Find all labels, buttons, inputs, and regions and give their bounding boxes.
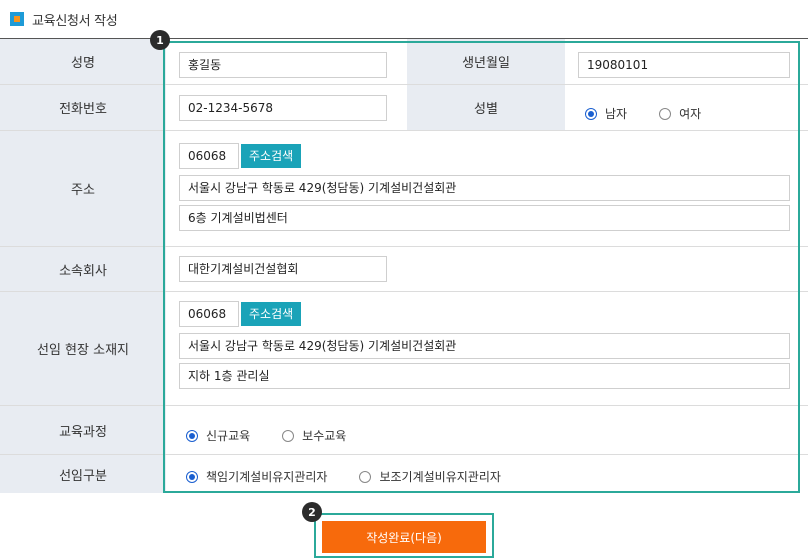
- label-phone: 전화번호: [0, 85, 166, 130]
- address-zip-input[interactable]: 06068: [179, 143, 239, 169]
- name-input[interactable]: 홍길동: [179, 52, 387, 78]
- address-line1-input[interactable]: 서울시 강남구 학동로 429(청담동) 기계설비건설회관: [179, 175, 790, 201]
- radio-new-course-label[interactable]: 신규교육: [206, 427, 250, 444]
- row-name-birth: 성명 홍길동 생년월일 19080101: [0, 39, 808, 85]
- step-badge-2: 2: [302, 502, 322, 522]
- row-company: 소속회사 대한기계설비건설협회: [0, 247, 808, 292]
- label-company: 소속회사: [0, 247, 166, 291]
- square-bullet-icon: [10, 12, 24, 26]
- label-birth: 생년월일: [407, 39, 565, 84]
- label-site: 선임 현장 소재지: [0, 292, 166, 405]
- radio-male[interactable]: [585, 107, 597, 120]
- site-line2-input[interactable]: 지하 1층 관리실: [179, 363, 790, 389]
- label-address: 주소: [0, 131, 166, 246]
- address-search-button[interactable]: 주소검색: [241, 144, 302, 168]
- radio-assistant-manager[interactable]: [359, 470, 372, 483]
- company-input[interactable]: 대한기계설비건설협회: [179, 256, 387, 282]
- row-address: 주소 06068 주소검색 서울시 강남구 학동로 429(청담동) 기계설비건…: [0, 131, 808, 247]
- radio-female[interactable]: [659, 107, 672, 120]
- radio-refresh-course[interactable]: [282, 429, 295, 442]
- course-radio-group: 신규교육 보수교육: [186, 427, 378, 444]
- gender-radio-group: 남자 여자: [585, 105, 733, 122]
- submit-button[interactable]: 작성완료(다음): [322, 521, 486, 553]
- label-appoint: 선임구분: [0, 455, 166, 493]
- label-gender: 성별: [407, 85, 565, 130]
- radio-chief-manager[interactable]: [186, 470, 198, 483]
- birth-input[interactable]: 19080101: [578, 52, 790, 78]
- radio-refresh-course-label[interactable]: 보수교육: [302, 427, 346, 444]
- label-name: 성명: [0, 39, 166, 84]
- site-line1-input[interactable]: 서울시 강남구 학동로 429(청담동) 기계설비건설회관: [179, 333, 790, 359]
- row-course: 교육과정 신규교육 보수교육: [0, 406, 808, 455]
- site-search-button[interactable]: 주소검색: [241, 302, 302, 326]
- step-badge-1: 1: [150, 30, 170, 50]
- row-phone-gender: 전화번호 02-1234-5678 성별 남자 여자: [0, 85, 808, 131]
- appoint-radio-group: 책임기계설비유지관리자 보조기계설비유지관리자: [186, 468, 533, 485]
- row-site: 선임 현장 소재지 06068 주소검색 서울시 강남구 학동로 429(청담동…: [0, 292, 808, 406]
- radio-new-course[interactable]: [186, 429, 198, 442]
- row-appoint: 선임구분 책임기계설비유지관리자 보조기계설비유지관리자: [0, 455, 808, 493]
- radio-assistant-manager-label[interactable]: 보조기계설비유지관리자: [379, 468, 500, 485]
- section-header: 교육신청서 작성: [10, 10, 118, 29]
- submit-highlight-box: 작성완료(다음): [314, 513, 494, 558]
- section-title: 교육신청서 작성: [32, 13, 118, 29]
- phone-input[interactable]: 02-1234-5678: [179, 95, 387, 121]
- site-zip-input[interactable]: 06068: [179, 301, 239, 327]
- radio-male-label[interactable]: 남자: [605, 105, 627, 122]
- label-course: 교육과정: [0, 406, 166, 454]
- radio-female-label[interactable]: 여자: [679, 105, 701, 122]
- address-line2-input[interactable]: 6층 기계설비법센터: [179, 205, 790, 231]
- radio-chief-manager-label[interactable]: 책임기계설비유지관리자: [206, 468, 327, 485]
